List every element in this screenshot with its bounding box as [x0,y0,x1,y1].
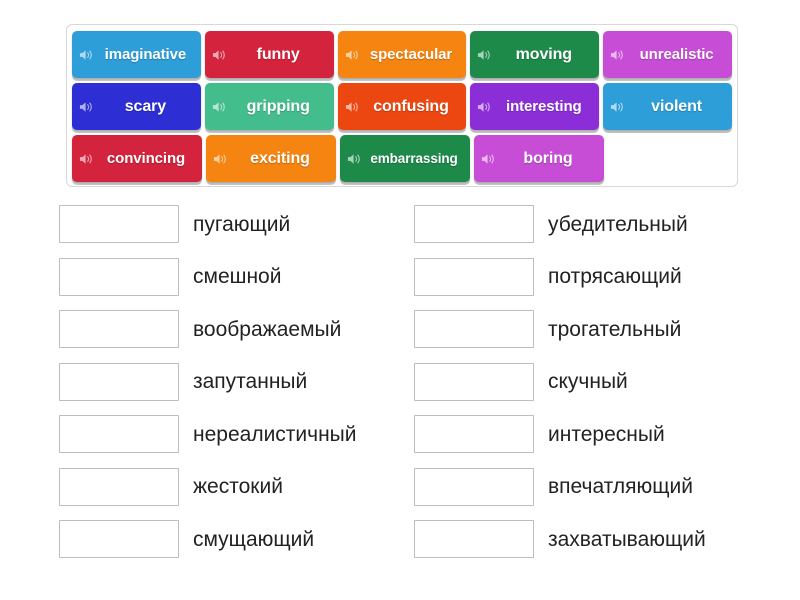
answer-row: воображаемый [59,303,400,356]
answer-row: впечатляющий [414,461,800,514]
word-tile-label: spectacular [369,46,453,63]
drop-slot[interactable] [414,205,534,244]
speaker-icon [213,153,226,164]
answer-label: смущающий [193,527,315,551]
answer-label: запутанный [193,370,308,394]
word-tile-label: gripping [246,97,310,115]
word-tile-label: boring [523,149,573,167]
word-bank-row: scary gripping confusing interesting violent [72,83,732,130]
word-tile[interactable]: funny [204,31,334,78]
answer-column-left: пугающий смешной воображаемый запутанный нер… [0,198,400,566]
word-tile-label: exciting [250,149,310,167]
speaker-icon [347,153,360,164]
word-tile-label: imaginative [104,46,187,63]
drop-slot[interactable] [59,362,179,401]
answer-row: убедительный [414,198,800,251]
answer-row: нереалистичный [59,408,400,461]
word-tile-label: scary [124,97,167,115]
drop-slot[interactable] [59,415,179,454]
answer-label: жестокий [193,475,283,499]
word-tile[interactable]: confusing [337,83,467,130]
drop-slot[interactable] [59,520,179,559]
answer-columns: пугающий смешной воображаемый запутанный нер… [0,198,800,566]
word-tile[interactable]: convincing [72,135,202,182]
word-tile-label: moving [515,45,572,63]
drop-slot[interactable] [59,257,179,296]
answer-row: смешной [59,251,400,304]
speaker-icon [478,101,491,112]
speaker-icon [79,101,92,112]
word-tile-label: funny [256,45,300,63]
drop-slot[interactable] [414,362,534,401]
answer-label: впечатляющий [548,475,693,499]
word-tile[interactable]: imaginative [72,31,201,78]
word-tile-label: unrealistic [639,46,714,63]
word-tile-label: confusing [373,97,449,115]
answer-label: трогательный [548,317,682,341]
word-tile-label: embarrassing [370,150,458,166]
speaker-icon [79,49,92,60]
answer-row: смущающий [59,513,400,566]
answer-label: убедительный [548,212,688,236]
word-tile[interactable]: scary [72,83,201,130]
word-tile[interactable]: moving [470,31,600,78]
speaker-icon [345,101,358,112]
drop-slot[interactable] [414,467,534,506]
drop-slot[interactable] [59,205,179,244]
word-tile[interactable]: violent [603,83,732,130]
word-tile[interactable]: unrealistic [603,31,732,78]
answer-row: захватывающий [414,513,800,566]
answer-row: интересный [414,408,800,461]
speaker-icon [345,49,358,60]
word-tile[interactable]: gripping [204,83,334,130]
speaker-icon [611,49,623,60]
drop-slot[interactable] [414,415,534,454]
answer-row: потрясающий [414,251,800,304]
word-tile-label: violent [651,97,703,115]
drop-slot[interactable] [59,467,179,506]
answer-label: пугающий [193,212,291,236]
answer-label: захватывающий [548,527,706,551]
answer-label: нереалистичный [193,422,357,446]
speaker-icon [478,49,491,60]
word-tile[interactable]: embarrassing [340,135,470,182]
answer-label: интересный [548,422,665,446]
drop-slot[interactable] [414,520,534,559]
answer-row: трогательный [414,303,800,356]
word-tile[interactable]: boring [474,135,604,182]
speaker-icon [481,153,494,164]
answer-label: скучный [548,370,628,394]
speaker-icon [212,101,225,112]
word-tile[interactable]: spectacular [337,31,467,78]
match-up-activity: imaginative funny spectacular moving unreali… [0,0,800,600]
word-tile[interactable]: interesting [470,83,600,130]
answer-label: воображаемый [193,317,342,341]
answer-row: пугающий [59,198,400,251]
word-tile-label: interesting [506,98,582,115]
drop-slot[interactable] [414,257,534,296]
word-tile[interactable]: exciting [206,135,336,182]
answer-column-right: убедительный потрясающий трогательный скучн… [400,198,800,566]
answer-row: жестокий [59,461,400,514]
speaker-icon [611,101,623,112]
speaker-icon [79,153,92,164]
answer-label: потрясающий [548,265,682,289]
word-bank-rows: imaginative funny spectacular moving unreali… [72,31,732,182]
answer-row: запутанный [59,356,400,409]
word-bank-panel: imaginative funny spectacular moving unreali… [66,24,738,187]
answer-row: скучный [414,356,800,409]
word-tile-label: convincing [106,150,186,167]
word-bank-row: convincing exciting embarrassing boring [72,135,732,182]
drop-slot[interactable] [414,310,534,349]
word-bank-row: imaginative funny spectacular moving unreali… [72,31,732,78]
drop-slot[interactable] [59,310,179,349]
speaker-icon [212,49,225,60]
answer-label: смешной [193,265,282,289]
